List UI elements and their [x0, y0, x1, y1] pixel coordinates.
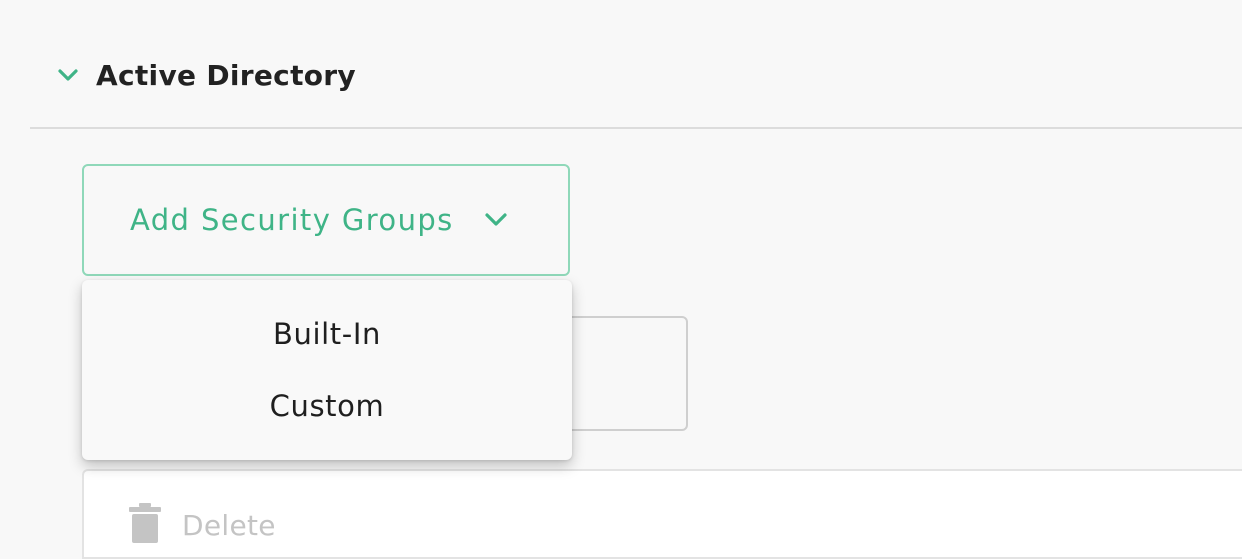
active-directory-section-header[interactable]: Active Directory [56, 52, 356, 98]
chevron-down-icon [56, 63, 80, 87]
delete-button[interactable]: Delete [128, 503, 276, 547]
menu-item-custom[interactable]: Custom [82, 370, 572, 442]
add-security-groups-label: Add Security Groups [130, 203, 454, 237]
menu-item-built-in[interactable]: Built-In [82, 298, 572, 370]
chevron-down-icon [482, 206, 510, 234]
add-security-groups-button[interactable]: Add Security Groups [82, 164, 570, 276]
delete-label: Delete [182, 508, 276, 542]
section-title: Active Directory [96, 58, 356, 92]
section-divider [30, 127, 1242, 129]
trash-icon [128, 503, 162, 547]
security-groups-dropdown-menu: Built-In Custom [82, 280, 572, 460]
